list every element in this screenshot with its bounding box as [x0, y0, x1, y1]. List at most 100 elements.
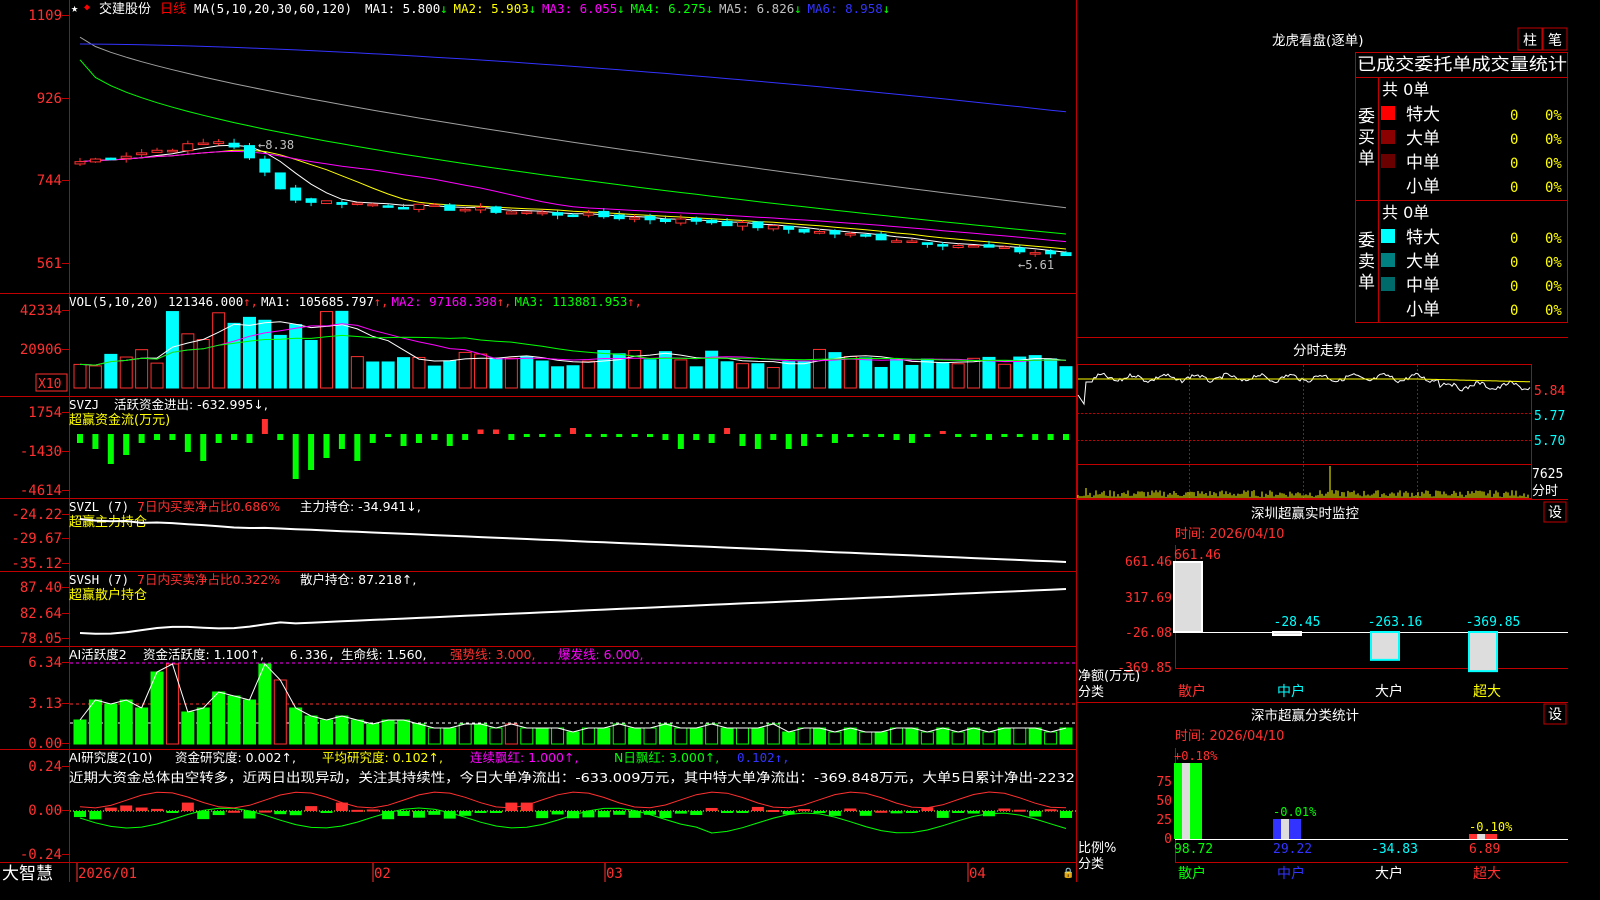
candle-body: [582, 212, 594, 216]
ai-active-bar: [720, 727, 734, 745]
candle-body: [798, 228, 810, 233]
volume-bar: [443, 360, 457, 389]
down-arrow-icon: ↓: [706, 1, 714, 16]
ma20-line: [79, 150, 1067, 243]
svzj-bar: [816, 434, 823, 437]
volume-bar: [843, 356, 857, 389]
candle-body: [613, 214, 625, 220]
svzj-bar: [724, 428, 731, 434]
ai-research-bar: [428, 811, 441, 815]
svzj-bar: [924, 434, 931, 437]
candle-body: [197, 142, 209, 146]
svzl-y-tick: -35.12: [11, 556, 62, 572]
ai-active-bar: [551, 727, 565, 745]
volume-bar: [489, 357, 503, 389]
ai-active-bar: [366, 723, 380, 745]
sz-class-category: 中户: [1277, 865, 1305, 882]
ai-research-bar: [690, 811, 703, 816]
sz-class-time: 时间: 2026/04/10: [1175, 729, 1284, 744]
svzj-bar: [1032, 434, 1039, 440]
ai-research-bar: [536, 811, 549, 819]
svzj-bar: [570, 428, 576, 434]
svzj-bar: [708, 434, 715, 443]
ai-research-bar: [74, 811, 86, 818]
ai-research-bar: [844, 808, 857, 811]
ai-active-bar: [350, 719, 364, 745]
sz-class-y-tick: 0: [1164, 832, 1172, 847]
svzj-bar: [107, 434, 114, 464]
sz-monitor-unit: 净额(万元): [1078, 669, 1140, 684]
y-axis-ticks: [62, 15, 69, 855]
svzj-bar: [215, 434, 222, 443]
period-label[interactable]: 日线: [160, 2, 186, 17]
candle-body: [89, 158, 101, 163]
row-color-swatch: [1381, 229, 1395, 243]
lock-icon[interactable]: 🔒: [1062, 867, 1074, 879]
svzj-bar: [323, 434, 330, 458]
price-y-tick: 561: [37, 256, 62, 272]
candle-body: [844, 233, 856, 236]
ma-value: MA1: 5.800: [365, 1, 440, 16]
row-name: 特大: [1406, 105, 1440, 125]
svzj-y-tick: 1754: [28, 405, 62, 421]
sz-monitor-cat-label: 分类: [1078, 685, 1104, 700]
candle-body: [937, 244, 949, 247]
ai-research-text3: 连续飘红: 1.000↑,: [470, 750, 578, 765]
svzj-bar: [138, 434, 145, 443]
volume-bar: [212, 312, 226, 389]
ai-research-bar: [320, 811, 333, 813]
candle-body: [243, 145, 255, 159]
svzj-bar: [878, 434, 885, 437]
ma-lines: [79, 36, 1067, 253]
volume-bar: [1059, 366, 1073, 389]
candle-body: [783, 225, 795, 230]
volume-bar: [735, 363, 749, 389]
candle-body: [736, 221, 748, 227]
svzj-bar: [338, 434, 345, 449]
ai-active-bar: [335, 715, 349, 745]
ai-research-bar: [1044, 809, 1057, 812]
ai-active-bar: [859, 731, 873, 745]
row-pct: 0%: [1545, 108, 1562, 124]
ai-active-bar: [458, 723, 472, 745]
ai-active-bar: [242, 699, 256, 745]
up-arrow-icon: ↑,: [497, 294, 512, 309]
ai-active-bar: [735, 727, 749, 745]
candle-body: [305, 198, 317, 203]
candle-body: [921, 242, 933, 245]
row-color-swatch: [1381, 106, 1395, 120]
sz-monitor-bar: [1468, 631, 1498, 673]
ai-active-bar: [628, 727, 642, 745]
ai-research-bar: [228, 810, 241, 813]
ai-research-panel: AI研究度2(10) 资金研究度: 0.002↑, 平均研究度: 0.102↑,…: [20, 750, 1076, 863]
candle-body: [259, 158, 271, 173]
brand-label: 大智慧: [2, 864, 53, 882]
ai-active-bar: [782, 731, 796, 745]
svzj-line2: 超赢资金流(万元): [69, 412, 170, 428]
marker-icon: ◆: [84, 2, 90, 13]
sz-monitor-value: -369.85: [1466, 615, 1521, 630]
ai-research-bar: [767, 809, 780, 812]
ai-research-bar: [135, 807, 148, 811]
sz-class-category: 大户: [1375, 865, 1403, 882]
row-count: 0: [1510, 303, 1518, 319]
star-icon[interactable]: ★: [71, 1, 78, 15]
ai-active-bar: [535, 727, 549, 745]
row-pct: 0%: [1545, 156, 1562, 172]
candle-body: [706, 219, 718, 224]
ai-active-bar: [227, 695, 241, 745]
svzj-bar: [246, 434, 253, 443]
up-arrow-icon: ↑,: [374, 294, 389, 309]
ai-research-bar: [181, 802, 194, 811]
row-pct: 0%: [1545, 255, 1562, 271]
ai-active-bar: [443, 727, 457, 745]
volume-bar: [782, 361, 796, 389]
row-count: 0: [1510, 108, 1518, 124]
row-pct: 0%: [1545, 303, 1562, 319]
sz-monitor-bar: [1173, 561, 1203, 633]
candle-body: [598, 210, 610, 218]
volume-bar: [474, 353, 488, 389]
buy-side-label: 委 买 单: [1358, 107, 1380, 169]
down-arrow-icon: ↓: [440, 1, 448, 16]
ai-active-bar: [489, 727, 503, 745]
